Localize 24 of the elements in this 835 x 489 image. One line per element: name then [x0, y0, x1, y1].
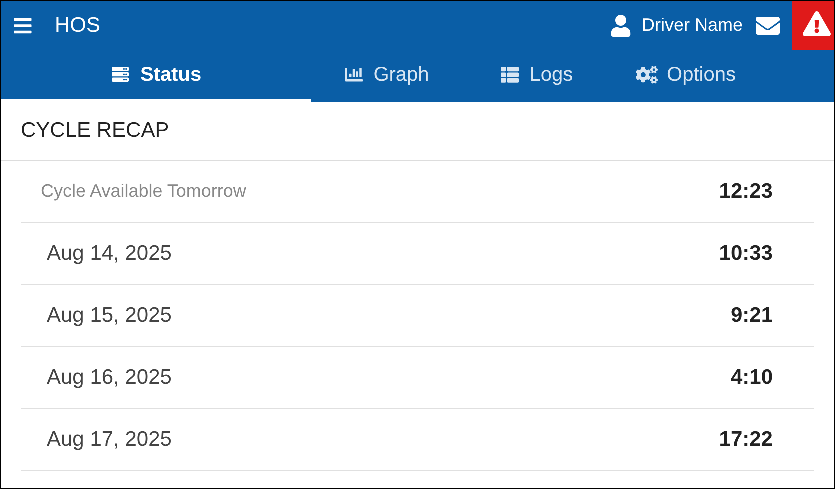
time-value: 12:23	[719, 178, 773, 205]
user-icon	[610, 14, 631, 36]
server-icon	[110, 66, 132, 83]
date-label: Aug 16, 2025	[47, 364, 172, 391]
menu-icon[interactable]	[12, 16, 34, 36]
app-title: HOS	[55, 12, 101, 39]
row-label: Cycle Available Tomorrow	[41, 180, 246, 203]
time-value: 4:10	[730, 364, 773, 391]
gears-icon	[636, 66, 658, 84]
date-label: Aug 15, 2025	[47, 302, 172, 329]
tab[interactable]: Logs	[461, 50, 611, 102]
section-title: CYCLE RECAP	[21, 118, 170, 144]
tab[interactable]: Status	[1, 50, 311, 102]
warning-icon[interactable]	[792, 1, 834, 50]
bar-chart-icon	[342, 66, 365, 84]
time-value: 9:21	[730, 302, 773, 329]
time-value: 17:22	[719, 426, 773, 453]
driver-name: Driver Name	[642, 14, 743, 37]
date-label: Aug 17, 2025	[47, 426, 172, 453]
tab[interactable]: Options	[611, 50, 761, 102]
list-icon	[498, 66, 521, 84]
tab[interactable]: Graph	[311, 50, 461, 102]
date-label: Aug 14, 2025	[47, 240, 172, 267]
time-value: 10:33	[719, 240, 773, 267]
